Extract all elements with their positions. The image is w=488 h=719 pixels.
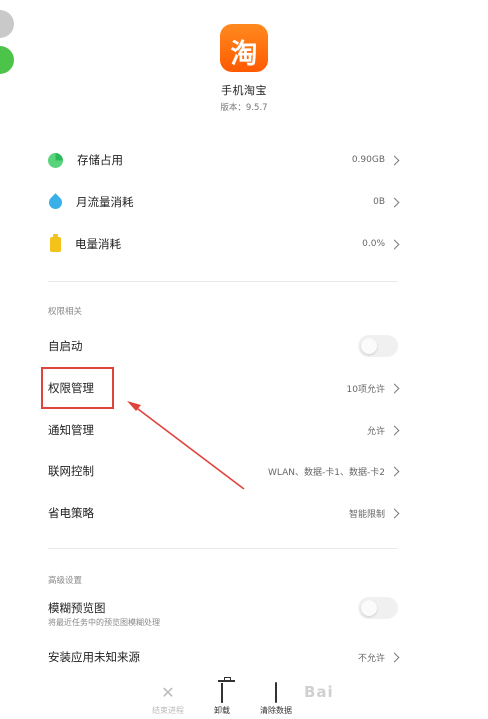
chevron-right-icon [389, 239, 400, 249]
chevron-right-icon [389, 508, 400, 518]
data-usage-label: 月流量消耗 [76, 195, 134, 209]
battery-usage-value: 0.0% [362, 239, 385, 249]
storage-value: 0.90GB [351, 155, 385, 165]
eraser-icon [246, 682, 306, 703]
uninstall-label: 卸载 [214, 706, 230, 715]
chevron-right-icon [389, 652, 400, 662]
unknown-sources-label: 安装应用未知来源 [48, 650, 140, 664]
power-saving-value: 智能限制 [348, 509, 385, 520]
power-saving-row[interactable]: 省电策略 智能限制 [48, 499, 400, 527]
advanced-section-title: 高级设置 [48, 576, 83, 586]
network-control-value: WLAN、数据-卡1、数据-卡2 [268, 467, 385, 478]
storage-label: 存储占用 [77, 153, 123, 167]
permission-management-value: 10项允许 [346, 384, 385, 395]
bottom-action-bar: ✕ 结束进程 卸载 清除数据 [0, 680, 488, 719]
end-process-label: 结束进程 [152, 706, 184, 715]
app-version: 版本：9.5.7 [220, 103, 268, 113]
data-usage-row[interactable]: 月流量消耗 0B [46, 188, 400, 216]
autostart-label: 自启动 [48, 339, 83, 353]
clear-data-label: 清除数据 [260, 706, 292, 715]
network-control-row[interactable]: 联网控制 WLAN、数据-卡1、数据-卡2 [48, 457, 400, 485]
permissions-section-title: 权限相关 [48, 307, 83, 317]
battery-usage-label: 电量消耗 [75, 237, 121, 251]
blur-preview-label: 模糊预览图 [48, 601, 106, 615]
notification-management-row[interactable]: 通知管理 允许 [48, 416, 400, 444]
autostart-toggle[interactable] [358, 335, 398, 357]
blur-preview-toggle[interactable] [358, 597, 398, 619]
trash-icon [192, 683, 252, 703]
uninstall-button[interactable]: 卸载 [192, 683, 252, 716]
app-header: 淘 手机淘宝 版本：9.5.7 [0, 24, 488, 113]
chevron-right-icon [389, 155, 400, 165]
data-drop-icon [46, 192, 65, 212]
close-icon: ✕ [161, 683, 175, 702]
storage-row[interactable]: 存储占用 0.90GB [48, 146, 400, 174]
end-process-button[interactable]: ✕ 结束进程 [138, 684, 198, 716]
chevron-right-icon [389, 197, 400, 207]
notification-management-value: 允许 [366, 426, 385, 437]
section-divider [48, 548, 398, 549]
network-control-label: 联网控制 [48, 464, 94, 478]
data-usage-value: 0B [373, 197, 385, 207]
clear-data-button[interactable]: 清除数据 [246, 682, 306, 716]
battery-usage-row[interactable]: 电量消耗 0.0% [48, 230, 400, 258]
app-name: 手机淘宝 [221, 84, 267, 97]
highlight-box [41, 367, 114, 409]
chevron-right-icon [389, 425, 400, 435]
power-saving-label: 省电策略 [48, 506, 94, 520]
taobao-app-icon: 淘 [220, 24, 268, 72]
chevron-right-icon [389, 383, 400, 393]
blur-preview-description: 将最近任务中的预览图模糊处理 [48, 618, 160, 627]
unknown-sources-row[interactable]: 安装应用未知来源 不允许 [48, 643, 400, 671]
unknown-sources-value: 不允许 [357, 653, 385, 664]
battery-icon [50, 233, 61, 252]
notification-management-label: 通知管理 [48, 423, 94, 437]
autostart-row: 自启动 [48, 332, 398, 360]
section-divider [48, 281, 398, 282]
chevron-right-icon [389, 466, 400, 476]
storage-pie-icon [48, 152, 63, 168]
watermark: Bai [304, 683, 334, 701]
